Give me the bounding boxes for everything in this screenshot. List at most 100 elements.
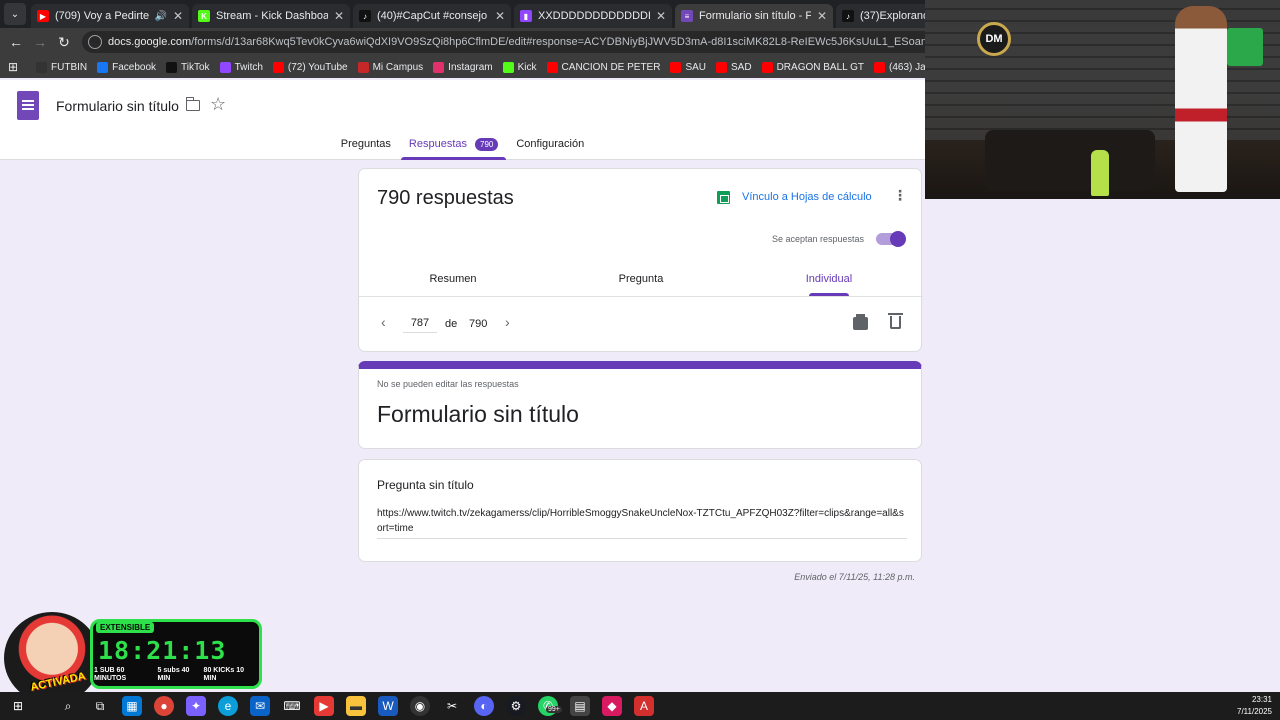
task-view-icon[interactable]: ⧉ [90, 696, 110, 716]
forms-logo-icon[interactable] [17, 91, 39, 120]
star-icon[interactable]: ☆ [210, 94, 226, 115]
more-options-icon[interactable]: ⋮ [893, 188, 907, 202]
subtab-pregunta[interactable]: Pregunta [547, 273, 735, 296]
outlook-icon[interactable]: ✉ [250, 696, 270, 716]
close-tab-icon[interactable]: ✕ [173, 9, 183, 23]
youtube-icon [546, 61, 558, 73]
word-icon[interactable]: W [378, 696, 398, 716]
webcam-figure [1175, 6, 1227, 192]
edge-icon[interactable]: e [218, 696, 238, 716]
webcam-logo: DM [977, 22, 1011, 56]
print-icon[interactable] [853, 314, 868, 330]
twitch-icon: ▮ [520, 10, 532, 22]
discord-icon[interactable]: ◐ [474, 696, 494, 716]
webcam-feed: DM [925, 0, 1280, 199]
steam-icon[interactable]: ⚙ [506, 696, 526, 716]
browser-tab[interactable]: ≡ Formulario sin título - Formula ✕ [675, 4, 833, 28]
bookmark-item[interactable]: DRAGON BALL GT [761, 61, 864, 73]
back-button[interactable]: ← [4, 34, 28, 50]
youtube-icon [272, 61, 284, 73]
game-controller-icon[interactable]: ⌨ [282, 696, 302, 716]
bookmark-item[interactable]: Mi Campus [357, 61, 423, 73]
bookmark-item[interactable]: FUTBIN [36, 61, 87, 73]
delete-response-icon[interactable] [888, 313, 903, 329]
instagram-icon [433, 61, 445, 73]
browser-tab[interactable]: ▶ (709) Voy a Pedirte de Rodi 🔊 ✕ [31, 4, 189, 28]
tab-preguntas-label: Preguntas [340, 138, 391, 150]
speaker-icon[interactable]: 🔊 [154, 11, 166, 22]
apps-grid-icon[interactable]: ⊞ [0, 60, 26, 74]
browser-tab-title: XXDDDDDDDDDDDDDDDDDD [538, 10, 650, 22]
browser-tab[interactable]: K Stream - Kick Dashboard ✕ [192, 4, 350, 28]
copilot-icon[interactable]: ✦ [186, 696, 206, 716]
responses-count: 790 respuestas [377, 187, 514, 209]
stream-timer-overlay: EXTENSIBLE 18:21:13 1 SUB 60 MINUTOS 5 s… [4, 612, 264, 704]
obs-icon[interactable]: ◉ [410, 696, 430, 716]
youtube-icon [874, 61, 886, 73]
calculator-icon[interactable]: ▤ [570, 696, 590, 716]
close-tab-icon[interactable]: ✕ [334, 9, 344, 23]
capcut-icon[interactable]: ✂ [442, 696, 462, 716]
search-icon[interactable]: ⌕ [58, 696, 78, 716]
tiktok-icon: ♪ [842, 10, 854, 22]
move-to-folder-icon[interactable] [186, 97, 200, 111]
response-number-input[interactable]: 787 [403, 317, 437, 333]
mascot-image [4, 612, 100, 704]
close-tab-icon[interactable]: ✕ [495, 9, 505, 23]
accepting-responses-toggle[interactable] [876, 231, 906, 247]
file-explorer-icon[interactable]: ▬ [346, 696, 366, 716]
chrome-icon[interactable]: ● [154, 696, 174, 716]
tab-configuracion-label: Configuración [516, 138, 585, 150]
youtube-icon [716, 61, 728, 73]
tab-preguntas[interactable]: Preguntas [341, 138, 391, 160]
previous-response-icon[interactable]: ‹ [381, 314, 386, 330]
timer-rule-kicks: 80 KICKs 10 MIN [203, 667, 245, 682]
bookmark-item[interactable]: SAD [716, 61, 752, 73]
bookmark-label: Twitch [234, 61, 263, 73]
forward-button[interactable]: → [28, 34, 52, 50]
subtab-individual[interactable]: Individual [735, 273, 923, 296]
reload-button[interactable]: ↻ [52, 34, 76, 51]
question-answer: https://www.twitch.tv/zekagamerss/clip/H… [377, 506, 907, 539]
close-tab-icon[interactable]: ✕ [817, 9, 827, 23]
bookmark-item[interactable]: SAU [670, 61, 706, 73]
webcam-bottle [1091, 150, 1109, 196]
pager-of-label: de [445, 318, 458, 330]
doc-title[interactable]: Formulario sin título [56, 98, 179, 114]
browser-tab-title: (40)#CapCut #consejo #amor # [377, 10, 489, 22]
subtab-resumen[interactable]: Resumen [359, 273, 547, 296]
bookmark-label: TikTok [181, 61, 210, 73]
bookmark-item[interactable]: Facebook [97, 61, 156, 73]
editor-app-icon[interactable]: ◆ [602, 696, 622, 716]
link-to-sheets-button[interactable]: Vínculo a Hojas de cálculo [742, 191, 872, 203]
tiktok-icon [166, 61, 178, 73]
close-tab-icon[interactable]: ✕ [656, 9, 666, 23]
bookmark-item[interactable]: Kick [502, 61, 537, 73]
site-info-icon[interactable] [88, 35, 102, 49]
sheets-icon[interactable] [717, 191, 730, 204]
facebook-icon [97, 61, 109, 73]
webcam-sofa [985, 130, 1155, 190]
bookmark-label: Kick [517, 61, 537, 73]
store-icon[interactable]: ▦ [122, 696, 142, 716]
bookmark-item[interactable]: Instagram [433, 61, 493, 73]
timer-value: 18:21:13 [98, 636, 227, 665]
tab-respuestas[interactable]: Respuestas 790 [400, 138, 507, 160]
video-app-icon[interactable]: ▶ [314, 696, 334, 716]
pdf-reader-icon[interactable]: A [634, 696, 654, 716]
bookmark-item[interactable]: (72) YouTube [272, 61, 348, 73]
forms-icon: ≡ [681, 10, 693, 22]
next-response-icon[interactable]: › [505, 314, 510, 330]
form-title: Formulario sin título [377, 401, 579, 427]
tab-search-button[interactable]: ⌄ [4, 3, 26, 25]
bookmark-item[interactable]: TikTok [166, 61, 210, 73]
browser-tab[interactable]: ▮ XXDDDDDDDDDDDDDDDDDD ✕ [514, 4, 672, 28]
bookmark-item[interactable]: CANCION DE PETER [546, 61, 660, 73]
twitch-icon [219, 61, 231, 73]
whatsapp-icon[interactable]: ✆99+ [538, 696, 562, 716]
bookmark-item[interactable]: Twitch [219, 61, 263, 73]
browser-tab[interactable]: ♪ (40)#CapCut #consejo #amor # ✕ [353, 4, 511, 28]
start-menu-icon[interactable]: ⊞ [8, 696, 28, 716]
tab-configuracion[interactable]: Configuración [516, 138, 584, 160]
system-clock[interactable]: 23:31 7/11/2025 [1237, 694, 1272, 718]
